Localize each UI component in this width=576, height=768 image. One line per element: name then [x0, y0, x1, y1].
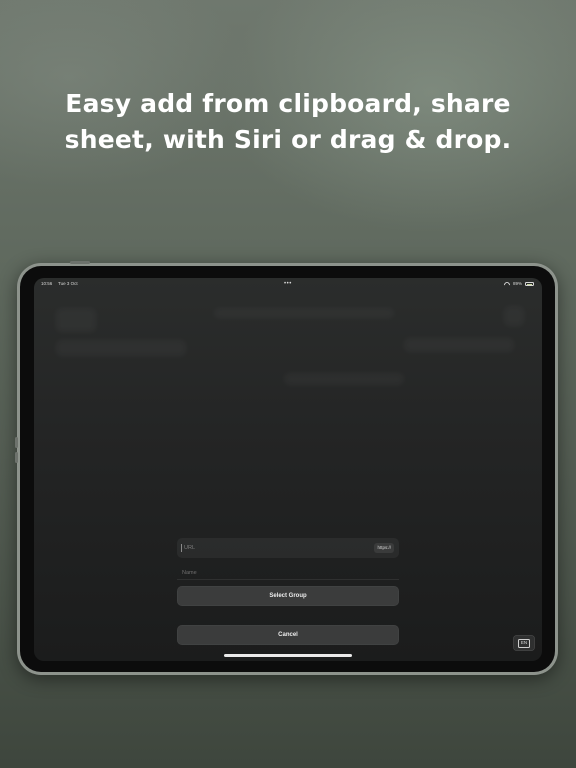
status-indicators: 89%: [504, 278, 534, 290]
battery-percent: 89%: [512, 281, 522, 286]
blurred-content: [284, 373, 404, 385]
language-label: EN: [517, 638, 531, 648]
blurred-content: [404, 338, 514, 352]
ipad-screen: 10:56 Tue 3 Oct ••• 89% https:// Select …: [34, 278, 542, 661]
blurred-content: [56, 340, 186, 356]
volume-down-button: [15, 452, 18, 463]
keyboard-language-button[interactable]: EN: [513, 635, 535, 651]
text-caret: [181, 544, 182, 552]
name-input[interactable]: [182, 566, 382, 580]
cancel-button[interactable]: Cancel: [177, 625, 399, 645]
wifi-icon: [504, 282, 510, 286]
headline-line-2: sheet, with Siri or drag & drop.: [64, 125, 512, 154]
home-indicator[interactable]: [224, 654, 352, 657]
marketing-headline: Easy add from clipboard, share sheet, wi…: [0, 86, 576, 158]
name-divider: [177, 579, 399, 580]
multitasking-dots-icon[interactable]: •••: [284, 278, 292, 290]
status-time: 10:56: [41, 281, 53, 286]
headline-line-1: Easy add from clipboard, share: [65, 89, 511, 118]
url-input[interactable]: [184, 538, 354, 558]
select-group-button[interactable]: Select Group: [177, 586, 399, 606]
top-button: [70, 261, 90, 264]
blurred-content: [214, 308, 394, 318]
status-date: Tue 3 Oct: [58, 281, 78, 286]
volume-up-button: [15, 437, 18, 448]
battery-icon: [525, 282, 534, 286]
name-field[interactable]: [177, 566, 399, 580]
paste-url-chip[interactable]: https://: [374, 543, 394, 553]
blurred-content: [504, 306, 524, 326]
status-bar: 10:56 Tue 3 Oct ••• 89%: [34, 278, 542, 290]
url-field[interactable]: https://: [177, 538, 399, 558]
blurred-content: [56, 308, 96, 332]
